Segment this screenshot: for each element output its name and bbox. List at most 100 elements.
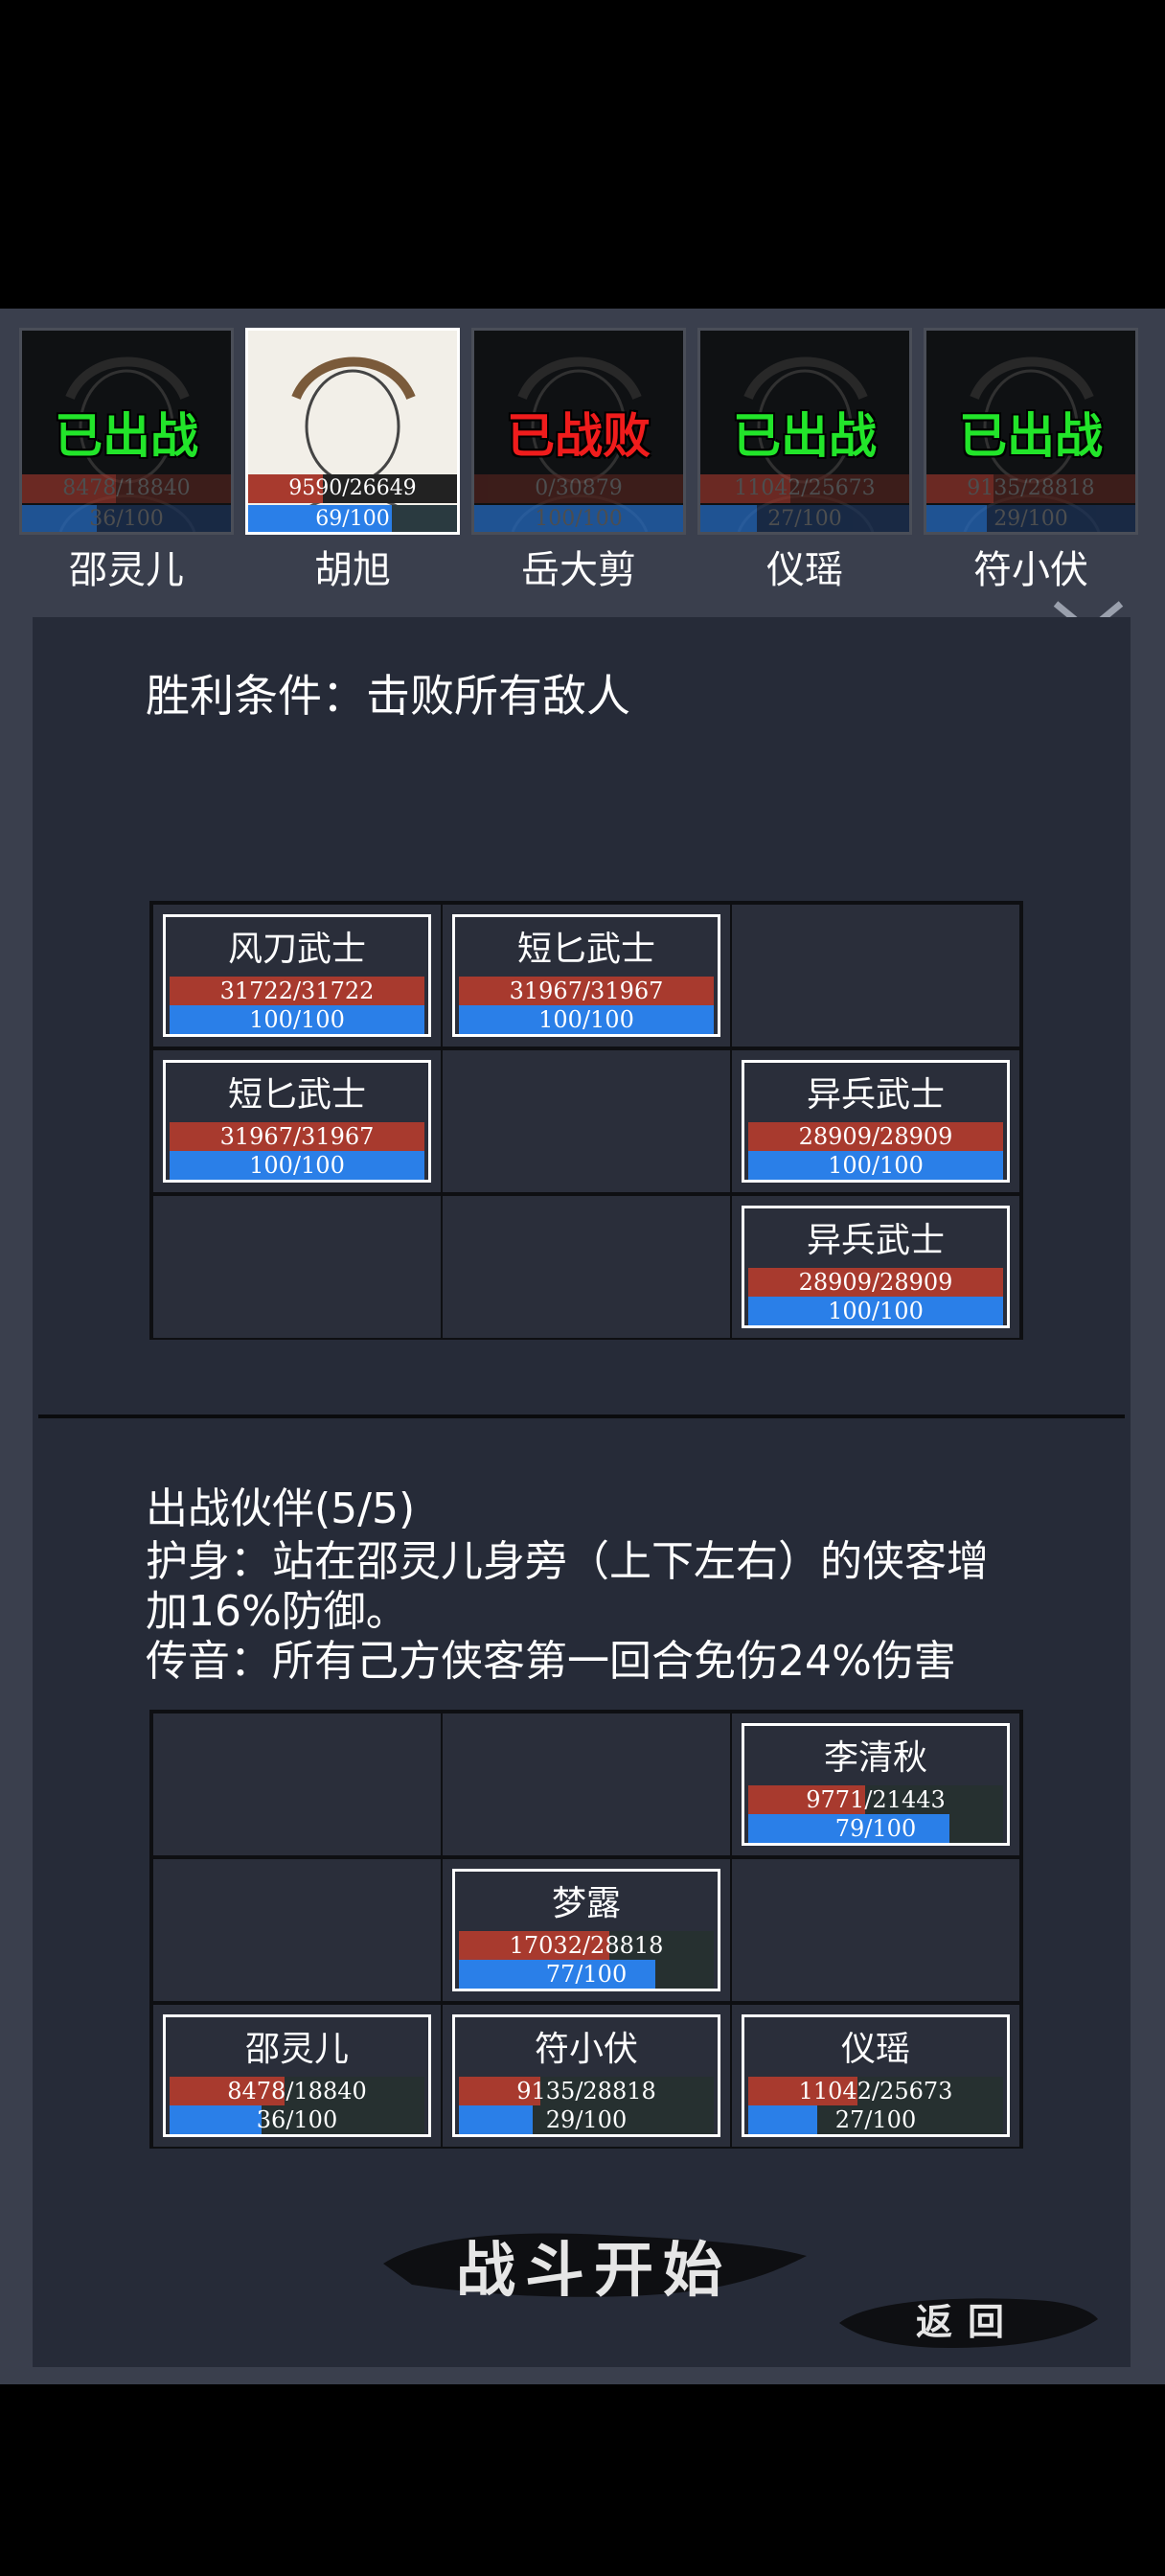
unit-name: 邵灵儿 [244, 2030, 349, 2069]
unit-mp-bar: 27/100 [748, 2105, 1003, 2134]
hero-status: 已出战 [959, 408, 1103, 464]
party-title: 出战伙伴(5/5) [146, 1484, 416, 1533]
unit-hp-bar: 8478/18840 [170, 2077, 424, 2105]
unit-hp-text: 31722/31722 [219, 978, 375, 1004]
unit-hp-text: 9771/21443 [806, 1786, 946, 1813]
grid-cell[interactable] [443, 1196, 730, 1338]
hero-card[interactable]: 9590/26649 69/100 胡旭 [245, 328, 460, 592]
hero-hp-bar: 11042/25673 [700, 474, 909, 503]
hero-portrait: 已出战 11042/25673 27/100 [697, 328, 912, 535]
unit-hp-text: 9135/28818 [516, 2078, 656, 2104]
hero-mp-bar: 36/100 [22, 505, 231, 532]
unit-card[interactable]: 邵灵儿 8478/18840 36/100 [163, 2014, 431, 2137]
back-button[interactable]: 返回 [834, 2281, 1102, 2358]
mp-fill [170, 2105, 262, 2134]
unit-mp-bar: 100/100 [170, 1005, 424, 1034]
grid-cell[interactable] [153, 1714, 441, 1855]
hero-status: 已出战 [733, 408, 877, 464]
unit-name: 短匕武士 [227, 1075, 366, 1115]
unit-mp-text: 100/100 [249, 1152, 345, 1179]
unit-card[interactable]: 符小伏 9135/28818 29/100 [452, 2014, 720, 2137]
hero-mp-bar: 27/100 [700, 505, 909, 532]
grid-cell[interactable]: 李清秋 9771/21443 79/100 [732, 1714, 1019, 1855]
hero-name: 仪瑶 [766, 548, 843, 592]
hero-hp-text: 11042/25673 [734, 476, 876, 500]
grid-cell[interactable]: 短匕武士 31967/31967 100/100 [153, 1050, 441, 1192]
unit-mp-text: 79/100 [834, 1815, 917, 1842]
unit-mp-text: 27/100 [834, 2106, 917, 2133]
unit-card[interactable]: 短匕武士 31967/31967 100/100 [163, 1060, 431, 1183]
grid-cell[interactable]: 短匕武士 31967/31967 100/100 [443, 905, 730, 1046]
unit-hp-text: 28909/28909 [798, 1123, 953, 1150]
grid-cell[interactable]: 异兵武士 28909/28909 100/100 [732, 1050, 1019, 1192]
hero-mp-text: 100/100 [535, 507, 623, 531]
grid-cell[interactable] [443, 1714, 730, 1855]
unit-mp-bar: 29/100 [459, 2105, 714, 2134]
hero-hp-text: 9135/28818 [967, 476, 1095, 500]
hero-roster[interactable]: 已出战 8478/18840 36/100 邵灵儿 9590/26649 69/… [19, 328, 1165, 596]
grid-cell[interactable]: 异兵武士 28909/28909 100/100 [732, 1196, 1019, 1338]
unit-mp-bar: 100/100 [459, 1005, 714, 1034]
unit-hp-bar: 9135/28818 [459, 2077, 714, 2105]
unit-card[interactable]: 仪瑶 11042/25673 27/100 [742, 2014, 1010, 2137]
enemy-formation-grid: 风刀武士 31722/31722 100/100 短匕武士 31967/3196… [149, 901, 1023, 1340]
hero-hp-text: 8478/18840 [62, 476, 191, 500]
unit-name: 李清秋 [823, 1738, 927, 1778]
grid-cell[interactable]: 仪瑶 11042/25673 27/100 [732, 2005, 1019, 2147]
unit-name: 梦露 [551, 1884, 621, 1923]
unit-hp-text: 28909/28909 [798, 1269, 953, 1296]
hero-mp-bar: 69/100 [248, 505, 457, 532]
grid-cell[interactable] [443, 1050, 730, 1192]
unit-mp-text: 100/100 [828, 1152, 924, 1179]
hero-mp-text: 29/100 [994, 507, 1068, 531]
skill-guard-text: 护身：站在邵灵儿身旁（上下左右）的侠客增加16%防御。 [146, 1537, 989, 1636]
grid-cell[interactable]: 梦露 17032/28818 77/100 [443, 1859, 730, 2001]
unit-card[interactable]: 短匕武士 31967/31967 100/100 [452, 914, 720, 1037]
grid-cell[interactable] [732, 1859, 1019, 2001]
grid-cell[interactable] [153, 1196, 441, 1338]
hero-name: 邵灵儿 [69, 548, 184, 592]
unit-mp-bar: 36/100 [170, 2105, 424, 2134]
unit-name: 短匕武士 [516, 930, 655, 969]
back-label: 返回 [915, 2300, 1019, 2343]
hero-portrait: 已战败 0/30879 100/100 [471, 328, 686, 535]
hero-card[interactable]: 已战败 0/30879 100/100 岳大剪 [471, 328, 686, 592]
grid-cell[interactable]: 邵灵儿 8478/18840 36/100 [153, 2005, 441, 2147]
unit-hp-bar: 9771/21443 [748, 1785, 1003, 1814]
unit-card[interactable]: 异兵武士 28909/28909 100/100 [742, 1206, 1010, 1328]
unit-mp-text: 77/100 [545, 1961, 628, 1988]
unit-hp-text: 17032/28818 [509, 1932, 664, 1959]
hero-portrait: 9590/26649 69/100 [245, 328, 460, 535]
unit-hp-bar: 31967/31967 [459, 977, 714, 1005]
unit-card[interactable]: 李清秋 9771/21443 79/100 [742, 1723, 1010, 1846]
unit-hp-bar: 31967/31967 [170, 1122, 424, 1151]
hero-hp-bar: 9135/28818 [926, 474, 1135, 503]
mp-fill [459, 2105, 534, 2134]
skill-transmission-text: 传音：所有己方侠客第一回合免伤24%伤害 [146, 1637, 956, 1686]
unit-mp-bar: 100/100 [748, 1151, 1003, 1180]
hero-card[interactable]: 已出战 8478/18840 36/100 邵灵儿 [19, 328, 234, 592]
unit-mp-bar: 100/100 [170, 1151, 424, 1180]
unit-hp-bar: 17032/28818 [459, 1931, 714, 1960]
top-letterbox [0, 0, 1165, 307]
hero-card[interactable]: 已出战 11042/25673 27/100 仪瑶 [697, 328, 912, 592]
unit-name: 风刀武士 [227, 930, 366, 969]
unit-mp-text: 100/100 [538, 1006, 634, 1033]
hero-hp-bar: 8478/18840 [22, 474, 231, 503]
start-battle-button[interactable]: 战斗开始 [374, 2214, 814, 2310]
unit-mp-bar: 79/100 [748, 1814, 1003, 1843]
mp-fill [700, 505, 757, 532]
victory-condition: 胜利条件：击败所有敌人 [146, 670, 630, 722]
hero-card[interactable]: 已出战 9135/28818 29/100 符小伏 [924, 328, 1138, 592]
hero-mp-text: 69/100 [315, 507, 390, 531]
unit-card[interactable]: 异兵武士 28909/28909 100/100 [742, 1060, 1010, 1183]
hero-mp-text: 36/100 [89, 507, 164, 531]
grid-cell[interactable] [732, 905, 1019, 1046]
grid-cell[interactable] [153, 1859, 441, 2001]
unit-card[interactable]: 风刀武士 31722/31722 100/100 [163, 914, 431, 1037]
grid-cell[interactable]: 风刀武士 31722/31722 100/100 [153, 905, 441, 1046]
mp-fill [926, 505, 988, 532]
unit-card[interactable]: 梦露 17032/28818 77/100 [452, 1869, 720, 1991]
unit-hp-text: 31967/31967 [509, 978, 664, 1004]
grid-cell[interactable]: 符小伏 9135/28818 29/100 [443, 2005, 730, 2147]
